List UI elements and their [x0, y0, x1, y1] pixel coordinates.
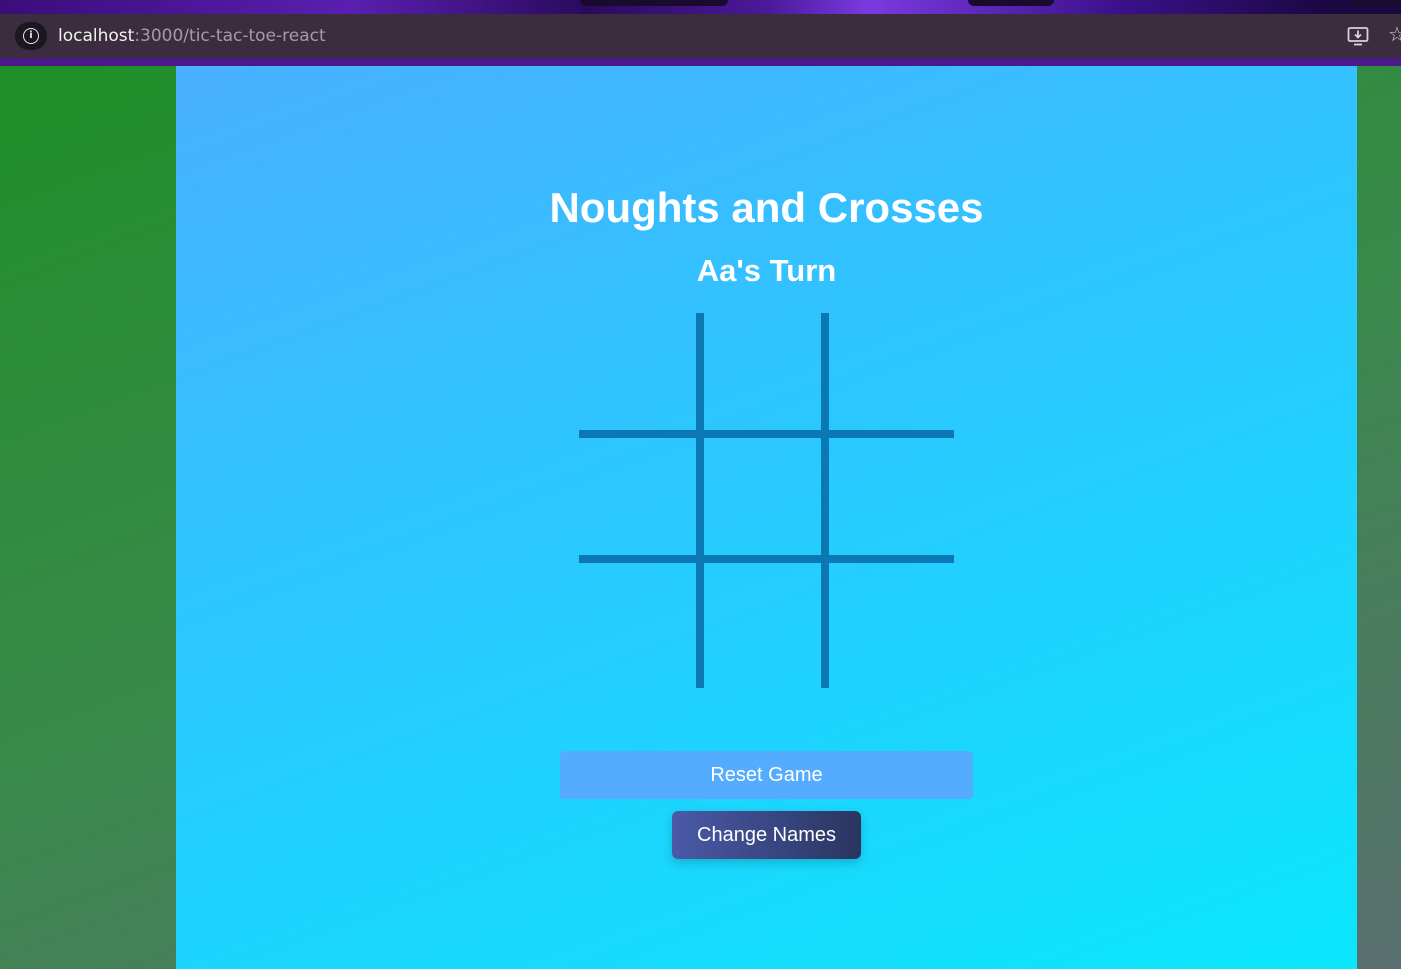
board-cell[interactable]	[833, 313, 953, 433]
reset-game-button[interactable]: Reset Game	[560, 751, 973, 799]
grid-line-horizontal	[579, 555, 954, 563]
url-path: :3000/tic-tac-toe-react	[134, 26, 326, 46]
page-title: Noughts and Crosses	[549, 184, 984, 231]
change-names-button[interactable]: Change Names	[672, 811, 861, 859]
board-cell[interactable]	[706, 313, 826, 433]
board-cell[interactable]	[579, 567, 699, 687]
grid-line-vertical	[696, 313, 704, 688]
toolbar-divider	[0, 58, 1401, 66]
grid-line-horizontal	[579, 430, 954, 438]
bookmark-star-icon[interactable]: ☆	[1388, 24, 1401, 46]
board-cell[interactable]	[579, 440, 699, 560]
url-text[interactable]: localhost:3000/tic-tac-toe-react	[58, 26, 326, 46]
address-bar[interactable]: i localhost:3000/tic-tac-toe-react ☆	[0, 14, 1401, 58]
browser-tab[interactable]	[968, 0, 1054, 6]
browser-tab[interactable]	[580, 0, 728, 6]
board-cell[interactable]	[833, 440, 953, 560]
board-cell[interactable]	[833, 567, 953, 687]
turn-indicator: Aa's Turn	[696, 253, 837, 288]
board-cell[interactable]	[706, 440, 826, 560]
browser-tab[interactable]	[1352, 0, 1401, 6]
url-host: localhost	[58, 26, 135, 46]
grid-line-vertical	[821, 313, 829, 688]
board-cell[interactable]	[579, 313, 699, 433]
game-board	[579, 313, 954, 688]
browser-tab-strip	[0, 0, 1401, 14]
site-info-icon[interactable]: i	[15, 22, 47, 50]
board-cell[interactable]	[706, 567, 826, 687]
install-app-icon[interactable]	[1347, 26, 1369, 46]
game-container: Noughts and Crosses Aa's Turn Reset Game…	[176, 66, 1357, 969]
